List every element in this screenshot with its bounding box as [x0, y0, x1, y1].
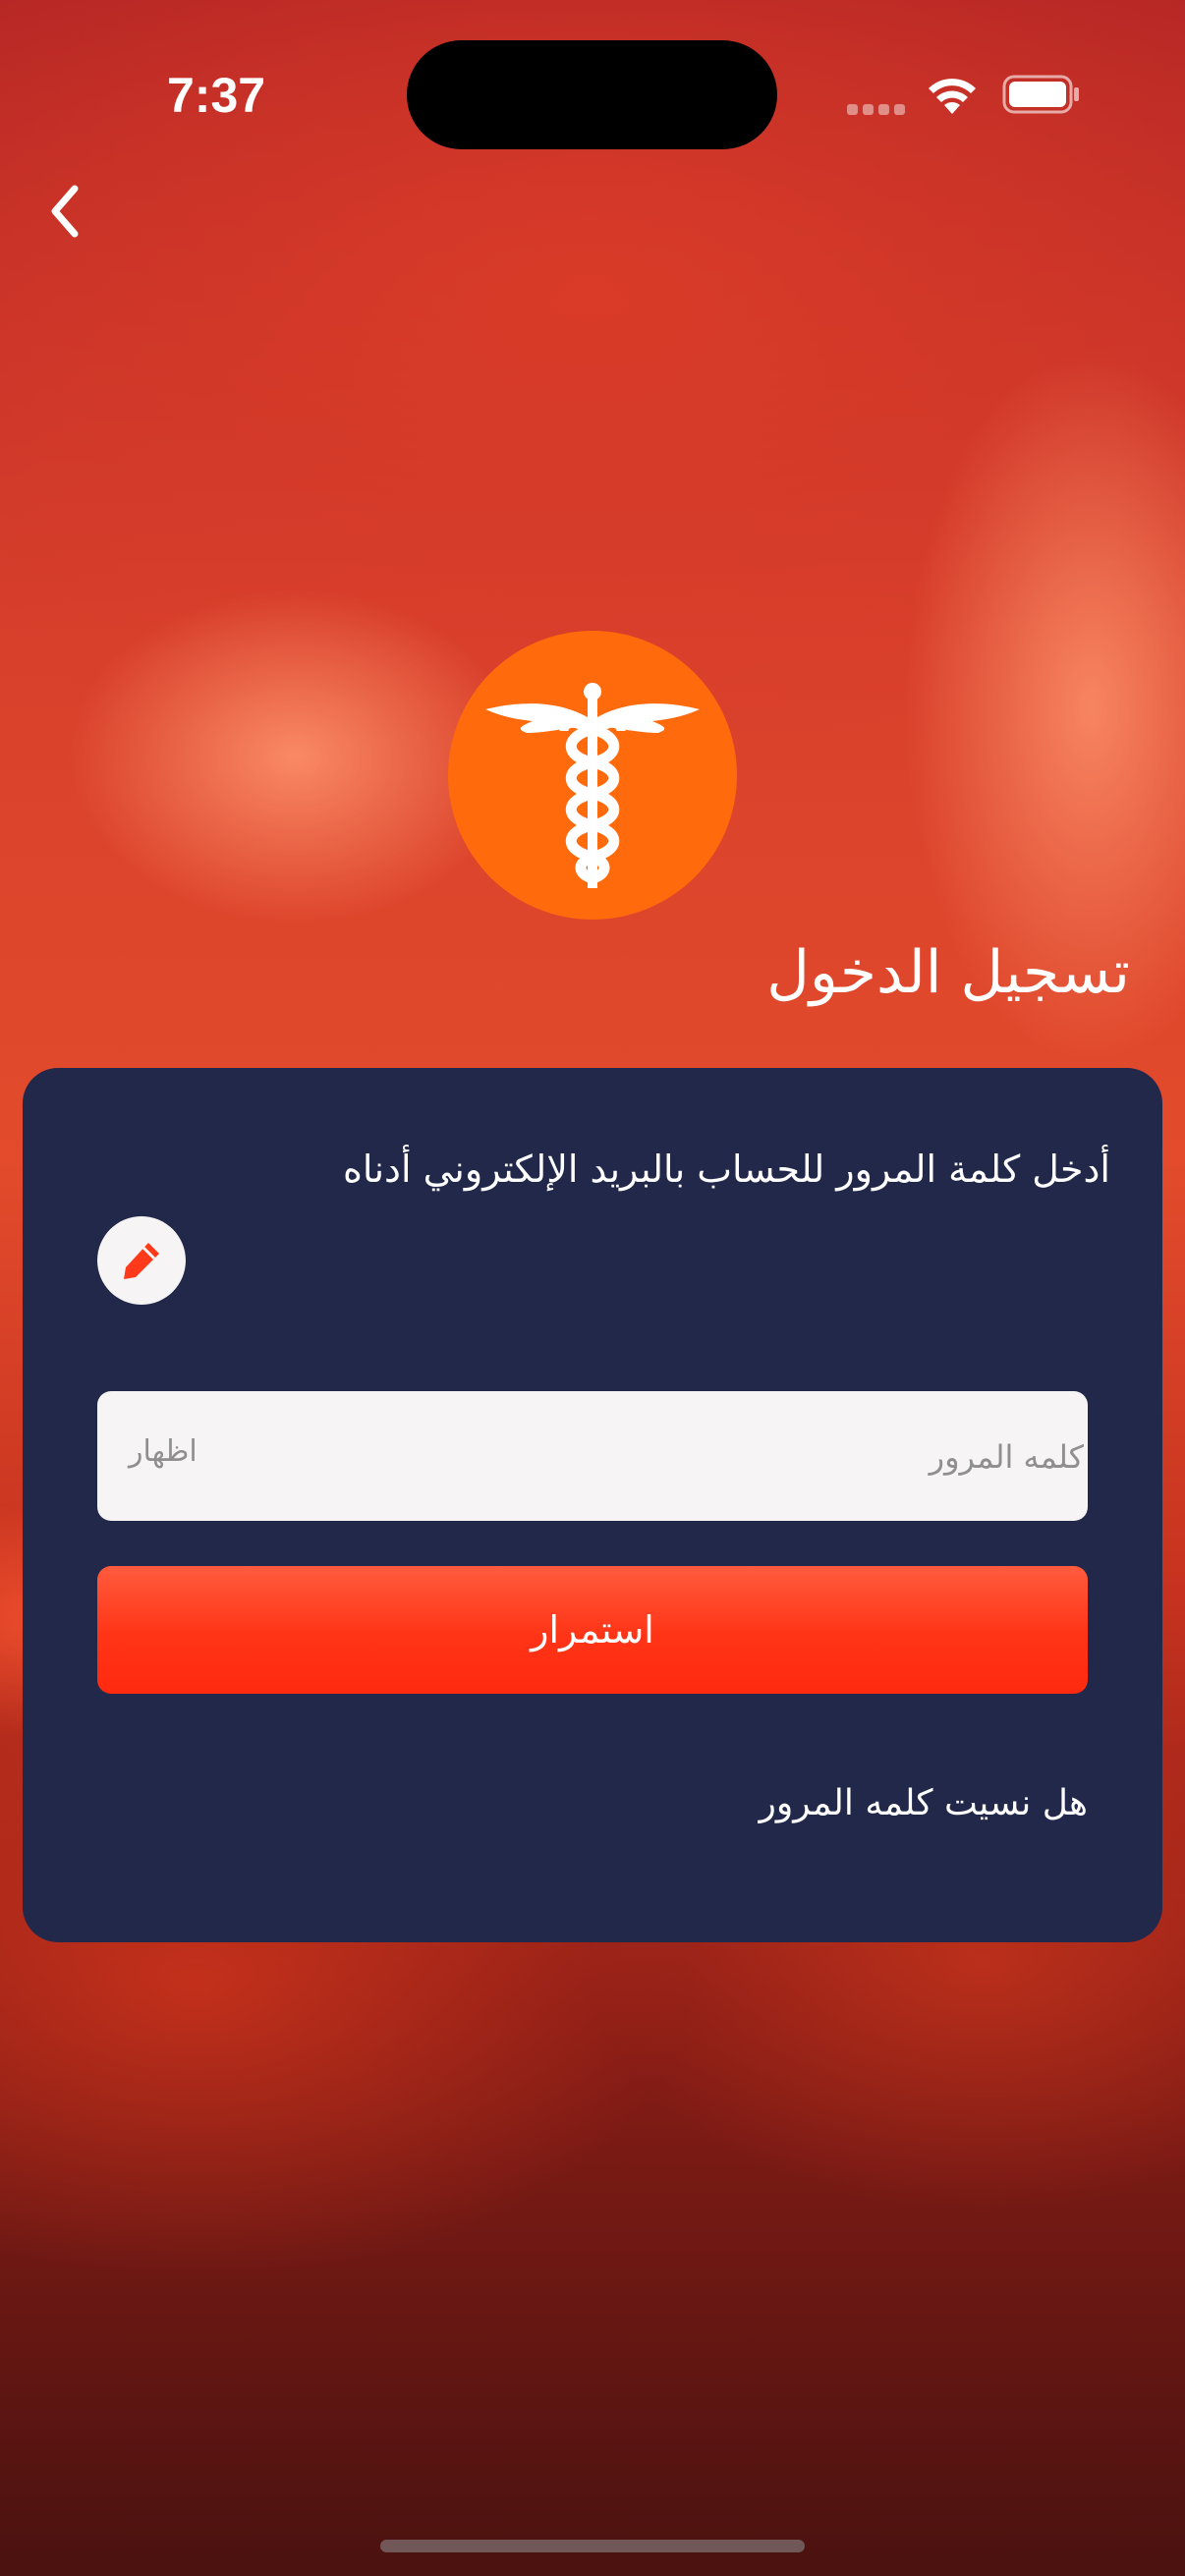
- password-input[interactable]: [276, 1391, 1086, 1523]
- battery-icon: [1002, 75, 1079, 114]
- forgot-password-link[interactable]: هل نسيت كلمه المرور: [759, 1783, 1088, 1823]
- status-bar: 7:37: [0, 0, 1185, 149]
- continue-button[interactable]: استمرار: [97, 1566, 1088, 1694]
- edit-email-button[interactable]: [97, 1216, 186, 1305]
- dynamic-island: [407, 40, 777, 149]
- show-password-toggle[interactable]: اظهار: [129, 1434, 198, 1469]
- app-logo: [448, 631, 737, 920]
- cellular-signal-icon: [847, 104, 906, 118]
- home-indicator: [380, 2540, 805, 2552]
- pencil-icon: [124, 1243, 159, 1279]
- password-field: اظهار: [97, 1391, 1088, 1523]
- caduceus-icon: [485, 683, 700, 888]
- status-time: 7:37: [167, 68, 266, 123]
- wifi-icon: [929, 79, 976, 114]
- chevron-left-icon[interactable]: [39, 177, 88, 246]
- instruction-text: أدخل كلمة المرور للحساب بالبريد الإلكترو…: [342, 1148, 1110, 1191]
- page-title: تسجيل الدخول: [766, 938, 1130, 1007]
